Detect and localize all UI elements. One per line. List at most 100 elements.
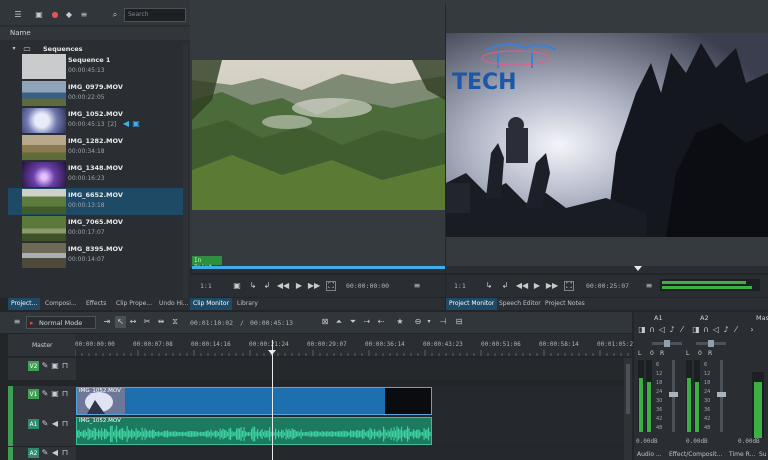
in-point-marker[interactable]: In Point bbox=[192, 256, 222, 271]
project-monitor-ruler[interactable] bbox=[446, 266, 768, 273]
timeline-ruler[interactable]: 00:00:00:00 00:00:07:08 00:00:14:16 00:00:2… bbox=[75, 334, 637, 356]
ripple-icon[interactable]: ↔ bbox=[128, 317, 138, 327]
tab-project-monitor[interactable]: Project Monitor bbox=[446, 298, 498, 310]
project-monitor-menu-icon[interactable]: ≡ bbox=[644, 281, 654, 291]
project-zoom-select[interactable]: 1:1 bbox=[454, 282, 466, 290]
forward-icon[interactable]: ▶▶ bbox=[308, 281, 320, 291]
timeline-scroll-thumb[interactable] bbox=[626, 364, 630, 414]
fullscreen-icon[interactable]: ⛶ bbox=[326, 281, 336, 291]
master-arrow-icon[interactable]: › bbox=[748, 325, 756, 334]
overwrite-icon[interactable]: ⏷ bbox=[348, 317, 358, 327]
bin-clip-item[interactable]: IMG_7065.MOV 00:00:17:07 bbox=[8, 215, 188, 242]
snap-icon[interactable]: ⊠ bbox=[320, 317, 330, 327]
a2-headphones-icon[interactable]: ∩ bbox=[702, 325, 710, 334]
playhead-handle[interactable] bbox=[268, 350, 276, 355]
bin-clip-item[interactable]: IMG_1282.MOV 00:00:34:18 bbox=[8, 134, 188, 161]
monitor-icon[interactable]: ▣ bbox=[51, 361, 59, 371]
zone-in-icon[interactable]: ↳ bbox=[248, 281, 258, 291]
zoom-dropdown-icon[interactable]: ▾ bbox=[425, 317, 433, 327]
a1-pan-handle[interactable] bbox=[664, 340, 670, 347]
project-zone-out-icon[interactable]: ↲ bbox=[500, 281, 510, 291]
project-zone-in-icon[interactable]: ↳ bbox=[484, 281, 494, 291]
track-badge[interactable]: V2 bbox=[28, 361, 39, 371]
a1-headphones-icon[interactable]: ∩ bbox=[648, 325, 656, 334]
speaker-icon[interactable]: ◀ bbox=[51, 448, 59, 458]
record-icon[interactable]: ● bbox=[50, 10, 60, 20]
a1-record-icon[interactable]: ◨ bbox=[638, 325, 646, 334]
tab-clip-monitor[interactable]: Clip Monitor bbox=[190, 298, 233, 310]
lock-icon[interactable]: ⊓ bbox=[61, 419, 69, 429]
razor-icon[interactable]: ✂ bbox=[142, 317, 152, 327]
insert-zone-icon[interactable]: ⇠ bbox=[376, 317, 386, 327]
monitor-icon[interactable]: ▣ bbox=[51, 389, 59, 399]
tab-undo-history[interactable]: Undo Hi... bbox=[156, 298, 191, 310]
a1-pan-slider[interactable] bbox=[652, 340, 682, 347]
lane-a2[interactable] bbox=[76, 447, 632, 460]
a2-pan-slider[interactable] bbox=[696, 340, 726, 347]
lane-v2[interactable] bbox=[76, 358, 632, 380]
project-forward-icon[interactable]: ▶▶ bbox=[546, 281, 558, 291]
bin-search-input[interactable]: Search bbox=[124, 8, 186, 22]
play-icon[interactable]: ▶ bbox=[294, 281, 304, 291]
tab-project-notes[interactable]: Project Notes bbox=[542, 298, 588, 310]
timeline-position[interactable]: 00:01:10:02 bbox=[190, 319, 233, 327]
menu-icon[interactable]: ☰ bbox=[12, 10, 24, 20]
tab-speech-editor[interactable]: Speech Editor bbox=[496, 298, 544, 310]
tag-icon[interactable]: ◆ bbox=[64, 10, 74, 20]
project-playhead-marker[interactable] bbox=[634, 266, 642, 271]
tab-library[interactable]: Library bbox=[234, 298, 261, 310]
a1-mic-icon[interactable]: ♪ bbox=[668, 325, 676, 334]
a2-mute-icon[interactable]: ◁ bbox=[712, 325, 720, 334]
project-timecode[interactable]: 00:00:25:07 bbox=[586, 282, 629, 290]
sequence-item[interactable]: Sequence 1 00:00:45:13 bbox=[8, 53, 188, 80]
lock-icon[interactable]: ⊓ bbox=[61, 448, 69, 458]
a2-record-icon[interactable]: ◨ bbox=[692, 325, 700, 334]
clip-monitor-ruler[interactable] bbox=[192, 266, 445, 273]
video-clip[interactable]: IMG_1052.MOV bbox=[76, 387, 432, 415]
zone-out-icon[interactable]: ↲ bbox=[262, 281, 272, 291]
tab-effects[interactable]: Effects bbox=[83, 298, 109, 310]
tab-time-remap[interactable]: Time R... bbox=[726, 449, 758, 460]
tab-effect-composition[interactable]: Effect/Composit... bbox=[666, 449, 725, 460]
select-tool-icon[interactable]: ↖ bbox=[115, 316, 126, 328]
clip-zone-bar[interactable] bbox=[192, 266, 445, 269]
tab-compositions[interactable]: Composi... bbox=[42, 298, 80, 310]
list-view-icon[interactable]: ≡ bbox=[78, 10, 90, 20]
clip-timecode[interactable]: 00:00:00:00 bbox=[346, 282, 389, 290]
a1-settings-icon[interactable]: ⁄ bbox=[678, 325, 686, 334]
project-rewind-icon[interactable]: ◀◀ bbox=[516, 281, 528, 291]
edit-icon[interactable]: ✎ bbox=[41, 361, 49, 371]
spacer-icon[interactable]: ⇹ bbox=[156, 317, 166, 327]
volume-fader-handle[interactable] bbox=[717, 392, 726, 397]
timeline-scrollbar[interactable] bbox=[624, 358, 632, 460]
slip-icon[interactable]: ⧖ bbox=[170, 317, 180, 327]
lock-icon[interactable]: ⊓ bbox=[61, 361, 69, 371]
lift-icon[interactable]: ⏶ bbox=[334, 317, 344, 327]
clip-zoom-select[interactable]: 1:1 bbox=[200, 282, 212, 290]
volume-fader[interactable] bbox=[669, 360, 678, 432]
zoom-fit-icon[interactable]: ⊖ bbox=[413, 317, 423, 327]
edit-icon[interactable]: ✎ bbox=[41, 389, 49, 399]
edit-icon[interactable]: ✎ bbox=[41, 419, 49, 429]
tab-clip-properties[interactable]: Clip Prope... bbox=[113, 298, 155, 310]
extract-icon[interactable]: ⇢ bbox=[362, 317, 372, 327]
set-zone-icon[interactable]: ▣ bbox=[232, 281, 242, 291]
a2-mic-icon[interactable]: ♪ bbox=[722, 325, 730, 334]
tab-subtitles[interactable]: Su bbox=[756, 449, 768, 460]
bin-clip-item[interactable]: IMG_0979.MOV 00:00:22:05 bbox=[8, 80, 188, 107]
audio-clip[interactable]: IMG_1052.MOV bbox=[76, 417, 432, 445]
rewind-icon[interactable]: ◀◀ bbox=[277, 281, 289, 291]
a2-pan-handle[interactable] bbox=[708, 340, 714, 347]
timeline-menu-icon[interactable]: ≡ bbox=[12, 317, 22, 327]
timeline-playhead[interactable] bbox=[272, 340, 273, 460]
insert-icon[interactable]: ⇥ bbox=[102, 317, 112, 327]
track-badge[interactable]: V1 bbox=[28, 389, 39, 399]
bin-scrollbar[interactable] bbox=[183, 44, 188, 298]
project-play-icon[interactable]: ▶ bbox=[532, 281, 542, 291]
timeline-settings-icon[interactable]: ⊟ bbox=[454, 317, 464, 327]
favorite-icon[interactable]: ★ bbox=[395, 317, 405, 327]
bin-clip-item[interactable]: IMG_8395.MOV 00:00:14:07 bbox=[8, 242, 188, 269]
a2-settings-icon[interactable]: ⁄ bbox=[732, 325, 740, 334]
collapse-arrow-icon[interactable]: ▾ bbox=[10, 45, 18, 53]
speaker-icon[interactable]: ◀ bbox=[51, 419, 59, 429]
